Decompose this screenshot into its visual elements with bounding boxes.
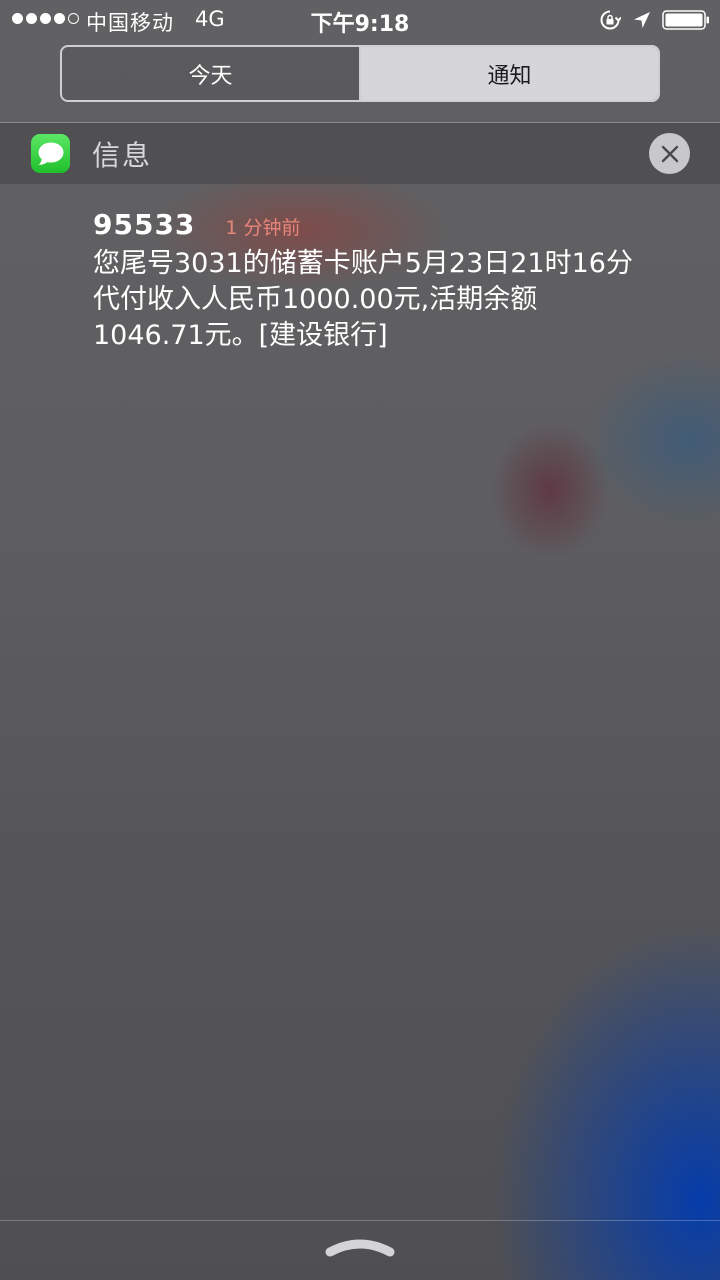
speech-bubble-icon: [38, 142, 63, 165]
notification-header: 95533 1 分钟前: [93, 208, 693, 246]
notification-group-header: 信息: [0, 123, 720, 184]
tab-today[interactable]: 今天: [62, 47, 361, 100]
status-bar: 中国移动 4G 下午9:18: [0, 0, 720, 40]
app-name: 信息: [92, 139, 153, 172]
close-icon: [661, 145, 678, 162]
message-body: 您尾号3031的储蓄卡账户5月23日21时16分 代付收入人民币1000.00元…: [93, 246, 693, 354]
tab-notifications[interactable]: 通知: [361, 47, 658, 100]
message-line: 代付收入人民币1000.00元,活期余额: [93, 284, 538, 315]
grabber-chevron-icon[interactable]: [322, 1234, 398, 1260]
location-arrow-icon: [634, 12, 650, 28]
time-ago: 1 分钟前: [225, 217, 301, 239]
messages-icon: [31, 134, 70, 173]
lock-rotation-icon: [600, 10, 621, 30]
view-switcher: 今天 通知: [60, 45, 660, 102]
divider: [0, 1220, 720, 1221]
message-line: 1046.71元。[建设银行]: [93, 320, 388, 351]
clear-notifications-button[interactable]: [649, 133, 690, 174]
message-line: 您尾号3031的储蓄卡账户5月23日21时16分: [93, 248, 633, 279]
blurred-background: [0, 0, 720, 1280]
battery-icon: [662, 10, 709, 30]
message-notification[interactable]: 95533 1 分钟前 您尾号3031的储蓄卡账户5月23日21时16分 代付收…: [93, 208, 693, 354]
sender-name: 95533: [93, 208, 196, 241]
